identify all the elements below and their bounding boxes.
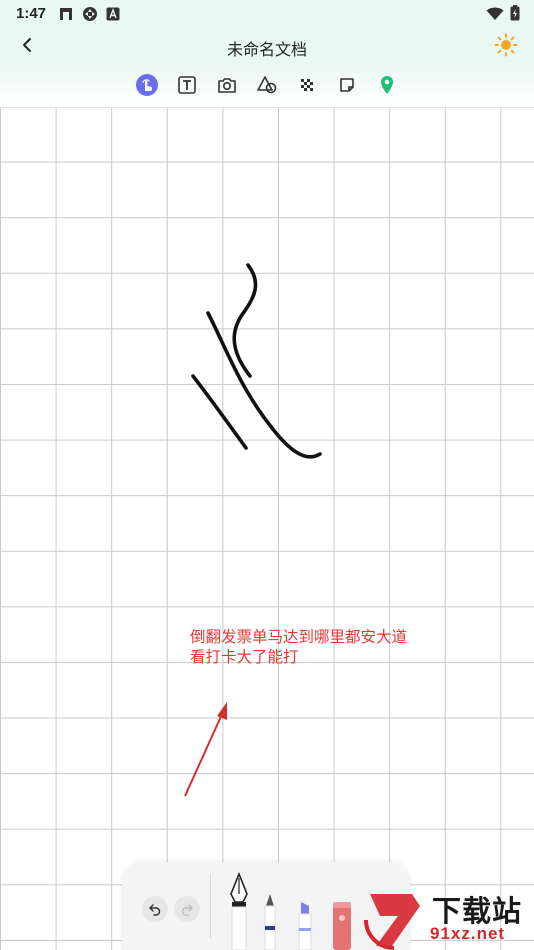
touch-hand-icon (142, 78, 153, 91)
site-watermark: 下载站 91xz.net (362, 888, 534, 950)
marker-pen-icon[interactable] (294, 900, 316, 950)
sticky-note-tool[interactable] (336, 74, 358, 96)
handwriting-strokes (184, 263, 322, 797)
shapes-tool[interactable] (256, 74, 278, 96)
settings-notification-icon (83, 7, 97, 21)
watermark-logo-icon (364, 894, 420, 950)
hand-draw-tool[interactable] (136, 73, 158, 96)
watermark-url: 91xz.net (430, 924, 506, 943)
app-notification-icon (60, 8, 72, 20)
eraser-pen-icon[interactable] (330, 900, 354, 950)
red-arrow (184, 702, 227, 797)
note-icon (340, 77, 354, 92)
panel-divider (210, 874, 211, 938)
stroke-2 (206, 311, 322, 459)
location-tool[interactable] (376, 74, 398, 96)
undo-button[interactable] (142, 896, 168, 922)
ballpoint-pen-icon[interactable] (260, 892, 280, 950)
mosaic-icon (301, 78, 313, 91)
fountain-pen-icon[interactable] (226, 872, 252, 950)
shapes-icon (257, 75, 277, 93)
battery-icon (510, 5, 520, 21)
redo-icon (181, 904, 193, 916)
text-box-icon (178, 75, 196, 94)
theme-toggle-button[interactable] (494, 33, 518, 57)
document-title[interactable]: 未命名文档 (0, 36, 534, 60)
stroke-1 (232, 263, 258, 378)
drawing-canvas[interactable]: 倒翻发票单马达到哪里都安大道看打卡大了能打 (0, 108, 534, 950)
redo-button[interactable] (174, 896, 200, 922)
text-tool[interactable] (176, 74, 198, 96)
undo-icon (149, 904, 161, 916)
mosaic-tool[interactable] (296, 74, 318, 96)
annotation-text[interactable]: 倒翻发票单马达到哪里都安大道看打卡大了能打 (190, 628, 410, 668)
camera-icon (218, 77, 236, 93)
location-pin-icon (381, 75, 393, 94)
status-bar: 1:47 (0, 0, 534, 28)
wifi-icon (486, 7, 504, 20)
status-notification-icons (58, 6, 120, 22)
a-notification-icon (106, 7, 120, 21)
stroke-3 (191, 374, 248, 450)
status-system-icons (486, 5, 520, 21)
app-header: 未命名文档 (0, 28, 534, 62)
camera-tool[interactable] (216, 74, 238, 96)
tool-bar (0, 62, 534, 108)
sun-icon (494, 33, 518, 57)
status-time: 1:47 (16, 5, 47, 22)
